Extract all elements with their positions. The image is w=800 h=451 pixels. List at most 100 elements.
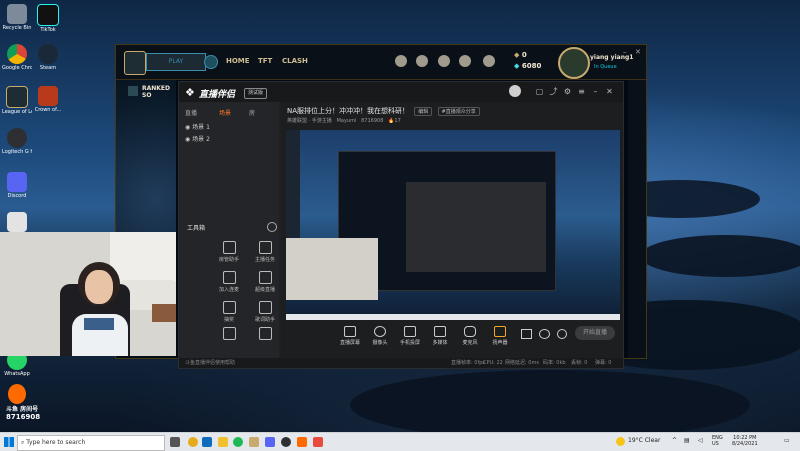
- nav-tft[interactable]: TFT: [258, 57, 272, 65]
- language-indicator[interactable]: ENG US: [712, 435, 723, 447]
- discord-taskbar-icon[interactable]: [265, 437, 275, 447]
- avatar[interactable]: [558, 47, 590, 79]
- user-avatar-small[interactable]: [509, 85, 521, 97]
- mic-button[interactable]: 麦克风: [456, 326, 484, 346]
- collection-icon[interactable]: [416, 55, 428, 67]
- stream-preview[interactable]: [286, 130, 620, 320]
- desktop-icon-discord[interactable]: Discord: [2, 172, 32, 199]
- settings-icon[interactable]: ⚙: [563, 87, 572, 96]
- screen-icon: [344, 326, 356, 337]
- tool-task[interactable]: 主播任务: [251, 241, 279, 263]
- volume-icon[interactable]: ◁: [698, 437, 703, 444]
- tab-live[interactable]: 直播: [185, 108, 197, 117]
- douyu-logo: [8, 384, 26, 404]
- league-taskbar-icon[interactable]: [249, 437, 259, 447]
- app-taskbar-icon[interactable]: [313, 437, 323, 447]
- eye-icon[interactable]: ◉: [185, 124, 190, 131]
- record-icon[interactable]: [521, 329, 532, 339]
- speaker-button[interactable]: 扬声器: [486, 326, 514, 346]
- close-icon[interactable]: ✕: [635, 48, 641, 56]
- nav-clash[interactable]: CLASH: [282, 57, 308, 65]
- stream-info-row: 英雄联盟 · 手游主播 Mayumi 8716908 🔥17: [287, 117, 401, 124]
- close-icon[interactable]: ✕: [605, 87, 614, 96]
- desktop-icon-league[interactable]: League of Legends: [2, 86, 32, 115]
- nav-home[interactable]: HOME: [226, 57, 250, 65]
- category[interactable]: 英雄联盟 · 手游主播: [287, 118, 332, 124]
- league-side-strip: [628, 80, 646, 358]
- scene-label: 场景 2: [192, 136, 210, 143]
- edit-title-button[interactable]: 编辑: [414, 107, 433, 116]
- tool-super-live[interactable]: 超级直播: [251, 271, 279, 293]
- desktop-icon-tiktok[interactable]: TikTok: [33, 4, 63, 33]
- clock[interactable]: 10:22 PM 8/24/2021: [732, 435, 758, 447]
- toolbox-panel: 工具箱 房管助手 主播任务 加入连麦 超级直播 抽奖 歌词助手: [179, 219, 279, 344]
- tiktok-icon: [37, 4, 59, 26]
- ranked-emblem-icon: [128, 86, 138, 96]
- store-icon[interactable]: [459, 55, 471, 67]
- desktop-icon-game[interactable]: Crown of...: [33, 86, 63, 113]
- room-id: 8716908: [361, 118, 384, 124]
- tab-room[interactable]: 房: [249, 108, 255, 117]
- tray-chevron-icon[interactable]: ^: [672, 437, 677, 444]
- tool-lyrics[interactable]: 歌词助手: [251, 301, 279, 323]
- camera-icon: [374, 326, 386, 337]
- speaker-icon: [494, 326, 506, 337]
- profile-icon[interactable]: [395, 55, 407, 67]
- message-icon[interactable]: ▢: [535, 87, 544, 96]
- task-view-icon[interactable]: [170, 437, 180, 447]
- play-button[interactable]: PLAY: [146, 53, 206, 71]
- shop-icon[interactable]: [483, 55, 495, 67]
- tool-pk[interactable]: [251, 327, 279, 342]
- notification-icon[interactable]: ▭: [784, 437, 790, 444]
- phone-cast-button[interactable]: 手机投屏: [396, 326, 424, 346]
- camera-button[interactable]: 摄像头: [366, 326, 394, 346]
- media-button[interactable]: 多媒体: [426, 326, 454, 346]
- stat-danmu: 弹幕: 0: [595, 360, 612, 366]
- tool-download[interactable]: [215, 327, 243, 342]
- rock: [350, 370, 750, 432]
- toolbox-settings-icon[interactable]: [267, 222, 277, 232]
- scene-label: 场景 1: [192, 124, 210, 131]
- spotify-taskbar-icon[interactable]: [233, 437, 243, 447]
- stream-title[interactable]: NA服排位上分！冲冲冲！我在想科研！: [287, 107, 409, 115]
- desktop-icon-chrome[interactable]: Google Chrome: [2, 44, 32, 71]
- tool-room-admin[interactable]: 房管助手: [215, 241, 243, 263]
- desktop-icon-recycle-bin[interactable]: Recycle Bin: [2, 4, 32, 31]
- heat-value: 17: [394, 118, 401, 124]
- desktop-icon-ghub[interactable]: Logitech G HUB: [2, 128, 32, 155]
- edge-taskbar-icon[interactable]: [202, 437, 212, 447]
- live-area: NA服排位上分！冲冲冲！我在想科研！ 编辑 #直播观众分享 英雄联盟 · 手游主…: [281, 102, 623, 368]
- douyu-room-label: 斗鱼 房间号: [6, 406, 39, 413]
- douyu-room-overlay: 斗鱼 房间号 8716908: [6, 384, 56, 430]
- desktop-icon-generic[interactable]: [2, 212, 32, 232]
- screen-capture-button[interactable]: 直播屏幕: [336, 326, 364, 346]
- minimize-icon[interactable]: –: [623, 48, 627, 56]
- menu-icon[interactable]: ≡: [577, 87, 586, 96]
- help-icon[interactable]: [204, 55, 218, 69]
- eye-icon[interactable]: [539, 329, 550, 339]
- share-icon[interactable]: ⤴: [549, 87, 558, 96]
- desktop-icon-steam[interactable]: Steam: [33, 44, 63, 71]
- eye-icon[interactable]: ◉: [185, 136, 190, 143]
- search-box[interactable]: ⌕ Type here to search: [17, 435, 165, 451]
- start-live-button[interactable]: 开始直播: [575, 326, 615, 340]
- tool-join-call[interactable]: 加入连麦: [215, 271, 243, 293]
- loot-icon[interactable]: [438, 55, 450, 67]
- scene-item[interactable]: ◉ 场景 1: [185, 122, 210, 131]
- chrome-taskbar-icon[interactable]: [188, 437, 198, 447]
- weather-text[interactable]: 19°C Clear: [628, 437, 660, 444]
- explorer-taskbar-icon[interactable]: [218, 437, 228, 447]
- help-link[interactable]: 斗鱼直播伴侣使用帮助: [185, 358, 235, 368]
- share-chip[interactable]: #直播观众分享: [437, 107, 480, 116]
- start-button[interactable]: [4, 437, 14, 447]
- network-icon[interactable]: ▤: [684, 437, 690, 444]
- ghub-taskbar-icon[interactable]: [281, 437, 291, 447]
- tool-lottery[interactable]: 抽奖: [215, 301, 243, 323]
- league-logo-icon[interactable]: [124, 51, 146, 75]
- settings-icon[interactable]: [557, 329, 567, 339]
- recycle-bin-icon: [7, 4, 27, 24]
- scene-item[interactable]: ◉ 场景 2: [185, 134, 210, 143]
- minimize-icon[interactable]: –: [591, 87, 600, 96]
- douyu-taskbar-icon[interactable]: [297, 437, 307, 447]
- tab-scene[interactable]: 场景: [219, 108, 231, 117]
